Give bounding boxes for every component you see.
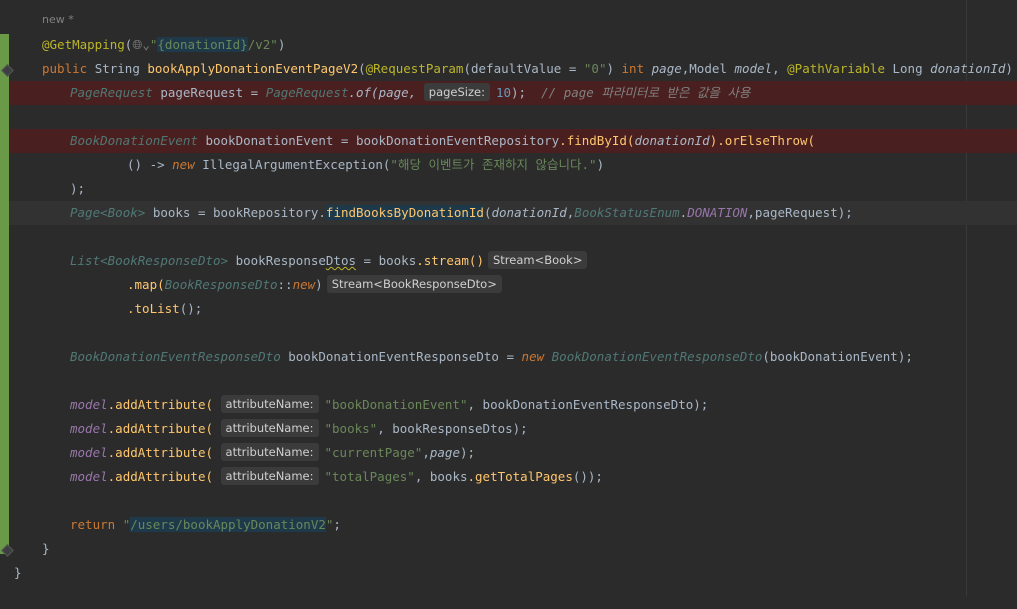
code-line-map[interactable]: .map(BookResponseDto::new) Stream<BookRes… xyxy=(9,273,1017,297)
code-line-add-attribute[interactable]: model.addAttribute( attributeName: "curre… xyxy=(9,441,1017,465)
code-line-response-dto[interactable]: BookDonationEventResponseDto bookDonatio… xyxy=(9,345,1017,369)
code-line-return[interactable]: return "/users/bookApplyDonationV2"; xyxy=(9,513,1017,537)
param-hint: attributeName: xyxy=(220,467,319,485)
code-line-list-dtos[interactable]: List<BookResponseDto> bookResponseDtos =… xyxy=(9,249,1017,273)
code-author-hint: new * xyxy=(42,13,74,26)
vcs-change-marker[interactable] xyxy=(0,34,9,554)
code-line-method-signature[interactable]: public String bookApplyDonationEventPage… xyxy=(9,57,1017,81)
param-hint: pageSize: xyxy=(423,83,490,101)
param-hint: attributeName: xyxy=(220,419,319,437)
type-hint: Stream<BookResponseDto> xyxy=(326,275,502,293)
code-line-close[interactable]: ); xyxy=(9,177,1017,201)
code-line-page-request[interactable]: PageRequest pageRequest = PageRequest.of… xyxy=(9,81,1017,105)
code-line-exception[interactable]: () -> new IllegalArgumentException("해당 이… xyxy=(9,153,1017,177)
code-line-tolist[interactable]: .toList(); xyxy=(9,297,1017,321)
type-hint: Stream<Book> xyxy=(487,251,588,269)
code-line-find-books[interactable]: Page<Book> books = bookRepository.findBo… xyxy=(9,201,1017,225)
code-line-add-attribute[interactable]: model.addAttribute( attributeName: "books… xyxy=(9,417,1017,441)
code-line-method-close[interactable]: } xyxy=(9,537,1017,561)
code-line-annotation[interactable]: @GetMapping(🌐︎⌄"{donationId}/v2") xyxy=(9,33,1017,57)
param-hint: attributeName: xyxy=(220,443,319,461)
code-line-add-attribute[interactable]: model.addAttribute( attributeName: "total… xyxy=(9,465,1017,489)
code-line-add-attribute[interactable]: model.addAttribute( attributeName: "bookD… xyxy=(9,393,1017,417)
code-line-find-event[interactable]: BookDonationEvent bookDonationEvent = bo… xyxy=(9,129,1017,153)
param-hint: attributeName: xyxy=(220,395,319,413)
globe-icon[interactable]: 🌐︎⌄ xyxy=(132,37,150,52)
code-line-class-close[interactable]: } xyxy=(9,561,1017,585)
